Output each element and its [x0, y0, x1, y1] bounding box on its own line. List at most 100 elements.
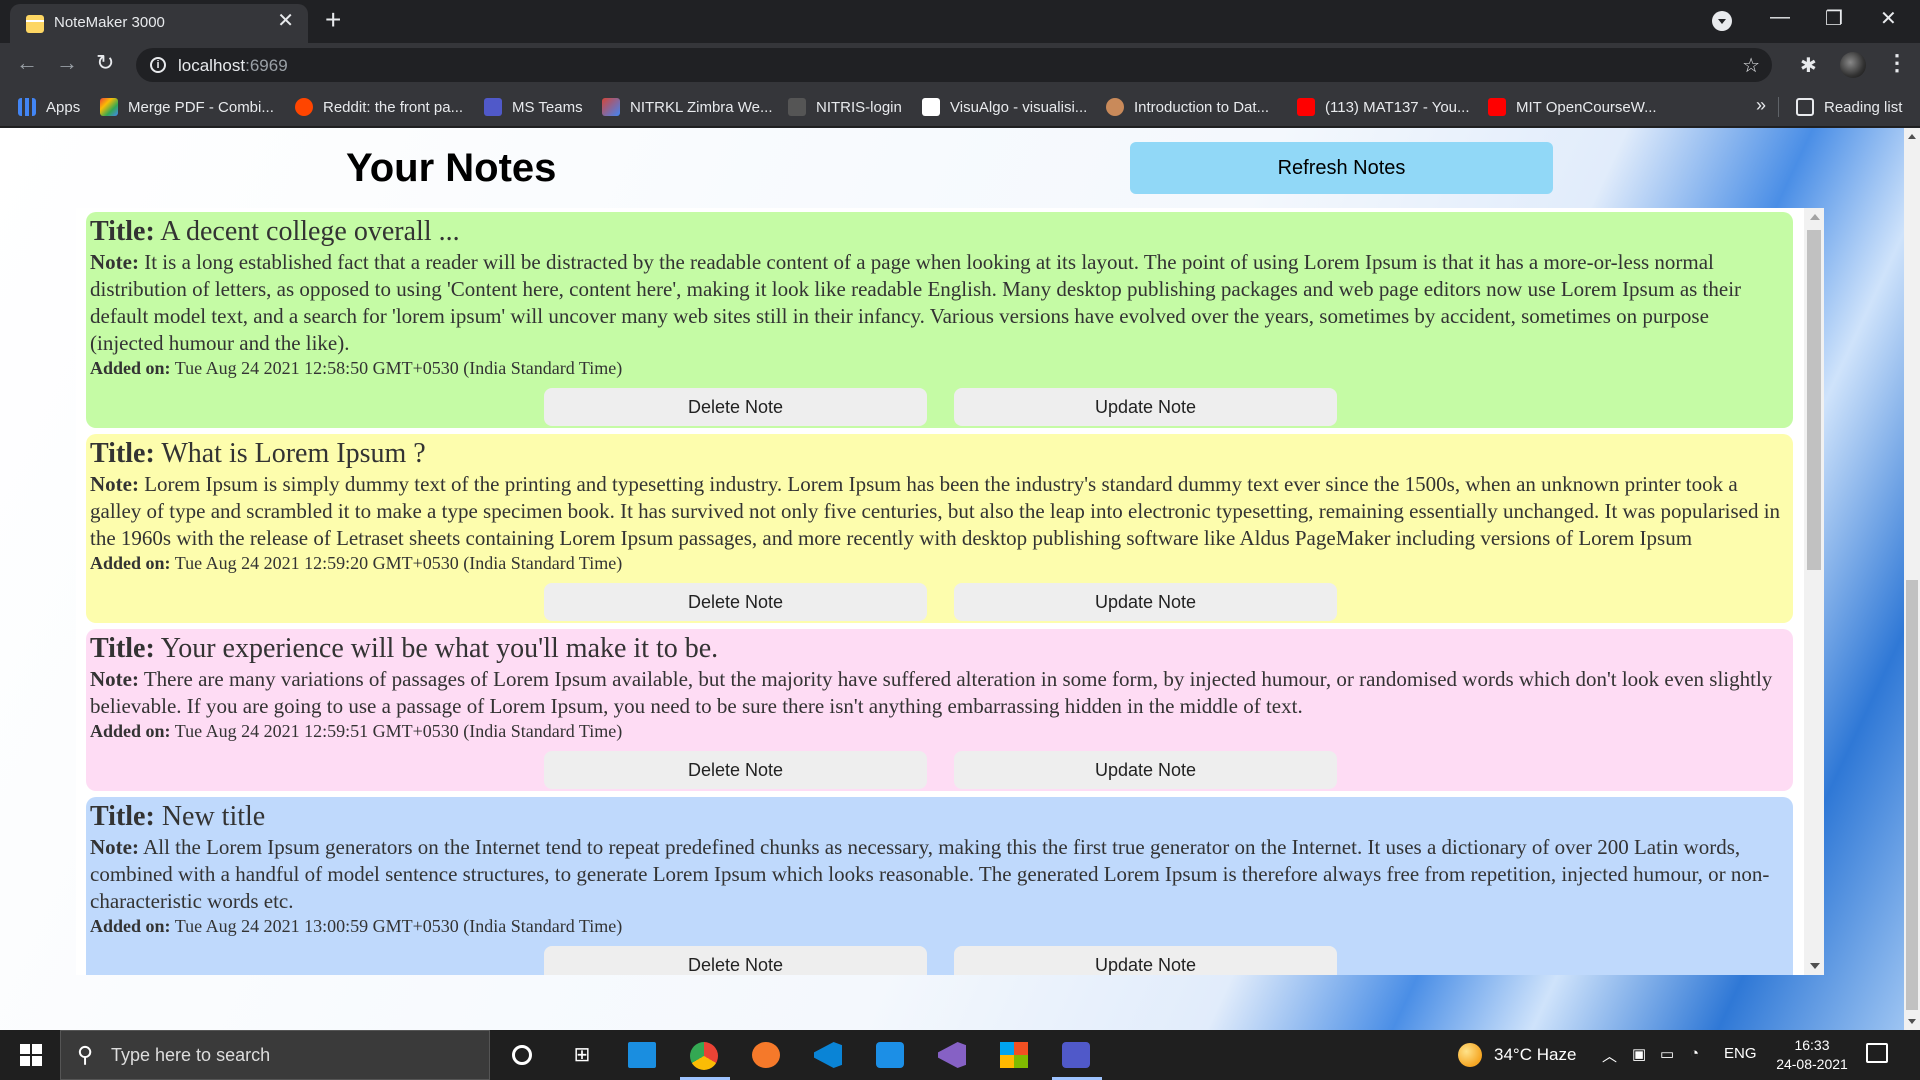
tray-chevron-up-icon[interactable]: ︿: [1602, 1045, 1617, 1066]
scroll-up-arrow-icon[interactable]: [1908, 134, 1916, 139]
bookmark-intro-data[interactable]: Introduction to Dat...: [1106, 96, 1269, 118]
delete-note-button[interactable]: Delete Note: [544, 751, 927, 789]
reading-list-icon: [1796, 98, 1814, 116]
intro-data-icon: [1106, 98, 1124, 116]
minimize-button[interactable]: —: [1770, 6, 1790, 29]
update-note-button[interactable]: Update Note: [954, 946, 1337, 975]
extensions-puzzle-icon[interactable]: ✱: [1800, 53, 1817, 78]
tab-notemaker[interactable]: NoteMaker 3000 ✕: [10, 4, 308, 43]
bookmark-merge-pdf[interactable]: Merge PDF - Combi...: [100, 96, 274, 118]
page-scrollbar[interactable]: [1904, 128, 1920, 1030]
note-body: Note: All the Lorem Ipsum generators on …: [90, 835, 1770, 913]
vscode-icon[interactable]: [814, 1042, 842, 1068]
reading-list-button[interactable]: Reading list: [1796, 96, 1902, 118]
site-info-icon[interactable]: i: [150, 57, 166, 73]
bookmarks-bar: Apps Merge PDF - Combi... Reddit: the fr…: [0, 87, 1920, 127]
teams-icon[interactable]: [1062, 1042, 1090, 1068]
bookmark-ms-teams[interactable]: MS Teams: [484, 96, 583, 118]
language-indicator[interactable]: ENG: [1724, 1045, 1757, 1062]
mail-icon[interactable]: [628, 1042, 656, 1068]
teams-icon: [484, 98, 502, 116]
wifi-icon[interactable]: ◔: [1690, 1045, 1699, 1062]
close-window-button[interactable]: ✕: [1880, 6, 1897, 31]
menu-kebab-icon[interactable]: ⋮: [1886, 50, 1908, 76]
notes-scrollbar[interactable]: [1804, 208, 1824, 975]
task-view-icon[interactable]: ⊞: [568, 1042, 596, 1068]
update-note-button[interactable]: Update Note: [954, 751, 1337, 789]
bookmark-star-icon[interactable]: ☆: [1742, 53, 1760, 78]
microsoft-store-icon[interactable]: [1000, 1042, 1028, 1068]
note-date: Added on: Tue Aug 24 2021 13:00:59 GMT+0…: [90, 916, 623, 936]
weather-sun-icon[interactable]: [1458, 1043, 1482, 1067]
notes-list[interactable]: Title: A decent college overall ... Note…: [76, 208, 1824, 975]
note-title: Title: New title: [90, 801, 266, 832]
reload-icon[interactable]: ↻: [96, 52, 114, 74]
update-note-button[interactable]: Update Note: [954, 583, 1337, 621]
page-content: Your Notes Refresh Notes Title: A decent…: [0, 128, 1904, 1030]
reddit-icon: [295, 98, 313, 116]
delete-note-button[interactable]: Delete Note: [544, 583, 927, 621]
note-body: Note: There are many variations of passa…: [90, 667, 1773, 718]
delete-note-button[interactable]: Delete Note: [544, 388, 927, 426]
apps-grid-icon: [18, 98, 36, 116]
zimbra-icon: [602, 98, 620, 116]
visualgo-icon: [922, 98, 940, 116]
scroll-up-arrow-icon[interactable]: [1810, 214, 1820, 220]
url-text[interactable]: localhost:6969: [178, 56, 288, 76]
taskbar-search-input[interactable]: ⚲ Type here to search: [60, 1030, 490, 1080]
tab-title: NoteMaker 3000: [54, 14, 165, 31]
refresh-notes-button[interactable]: Refresh Notes: [1130, 142, 1553, 194]
bookmark-nitris[interactable]: NITRIS-login: [788, 96, 902, 118]
address-bar[interactable]: i localhost:6969 ☆: [136, 48, 1772, 82]
bookmark-apps[interactable]: Apps: [18, 96, 80, 118]
note-date: Added on: Tue Aug 24 2021 12:58:50 GMT+0…: [90, 358, 623, 378]
tab-strip: NoteMaker 3000 ✕ + — ❐ ✕: [0, 0, 1920, 43]
bookmark-mit-ocw[interactable]: MIT OpenCourseW...: [1488, 96, 1657, 118]
restore-button[interactable]: ❐: [1825, 6, 1843, 31]
notes-favicon-icon: [26, 15, 44, 33]
note-date: Added on: Tue Aug 24 2021 12:59:20 GMT+0…: [90, 553, 623, 573]
forward-arrow-icon[interactable]: →: [56, 52, 78, 74]
profile-avatar[interactable]: [1840, 52, 1866, 78]
windows-start-icon[interactable]: [20, 1044, 42, 1066]
delete-note-button[interactable]: Delete Note: [544, 946, 927, 975]
notification-center-icon[interactable]: [1866, 1043, 1888, 1063]
weather-text[interactable]: 34°C Haze: [1494, 1045, 1576, 1065]
merge-pdf-icon: [100, 98, 118, 116]
network-device-icon[interactable]: ▣: [1632, 1045, 1646, 1063]
update-note-button[interactable]: Update Note: [954, 388, 1337, 426]
cortana-icon[interactable]: [508, 1042, 536, 1068]
tab-close-icon[interactable]: ✕: [277, 11, 294, 31]
youtube-icon: [1488, 98, 1506, 116]
browser-toolbar: ← → ↻ i localhost:6969 ☆ ✱ ⋮: [0, 43, 1920, 87]
scrollbar-thumb[interactable]: [1807, 230, 1821, 570]
note-body: Note: Lorem Ipsum is simply dummy text o…: [90, 472, 1781, 550]
bookmark-visualgo[interactable]: VisuAlgo - visualisi...: [922, 96, 1087, 118]
bookmark-zimbra[interactable]: NITRKL Zimbra We...: [602, 96, 773, 118]
system-clock[interactable]: 16:33 24-08-2021: [1772, 1036, 1852, 1074]
new-tab-button[interactable]: +: [325, 6, 341, 34]
windows-taskbar: ⚲ Type here to search ⊞ 34°C Haze ︿ ▣ ▭ …: [0, 1030, 1920, 1080]
note-card: Title: What is Lorem Ipsum ? Note: Lorem…: [86, 434, 1793, 623]
note-card: Title: New title Note: All the Lorem Ips…: [86, 797, 1793, 975]
chrome-icon[interactable]: [690, 1042, 718, 1070]
bookmark-youtube-mat137[interactable]: (113) MAT137 - You...: [1297, 96, 1470, 118]
tab-search-icon[interactable]: [1712, 11, 1732, 31]
search-icon: ⚲: [77, 1042, 94, 1067]
page-title: Your Notes: [346, 146, 557, 190]
clock-time: 16:33: [1794, 1037, 1830, 1053]
note-title: Title: Your experience will be what you'…: [90, 633, 719, 664]
note-title: Title: What is Lorem Ipsum ?: [90, 438, 426, 469]
scroll-down-arrow-icon[interactable]: [1908, 1019, 1916, 1024]
clock-date: 24-08-2021: [1776, 1056, 1848, 1072]
bookmarks-overflow-chevron-icon[interactable]: »: [1756, 95, 1766, 116]
scroll-down-arrow-icon[interactable]: [1810, 963, 1820, 969]
youtube-icon: [1297, 98, 1315, 116]
battery-icon[interactable]: ▭: [1660, 1045, 1674, 1063]
back-arrow-icon[interactable]: ←: [16, 52, 38, 74]
bookmark-reddit[interactable]: Reddit: the front pa...: [295, 96, 463, 118]
visual-studio-icon[interactable]: [938, 1042, 966, 1068]
blender-icon[interactable]: [752, 1042, 780, 1068]
scrollbar-thumb[interactable]: [1906, 580, 1918, 1010]
buildbox-icon[interactable]: [876, 1042, 904, 1068]
